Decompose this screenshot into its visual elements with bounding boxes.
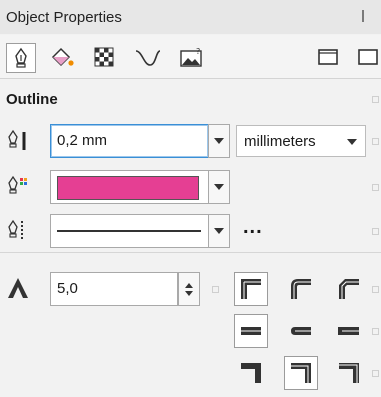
panel-pin-icon[interactable] (362, 10, 374, 22)
miter-limit-value: 5,0 (57, 280, 78, 297)
tab-curve[interactable] (134, 43, 162, 71)
miter-limit-spinner[interactable] (178, 272, 200, 306)
corner-round-icon (291, 279, 311, 299)
row-grip (372, 328, 379, 335)
pen-outline-icon (15, 47, 27, 68)
cap-butt-button[interactable] (234, 314, 268, 348)
color-swatch (57, 176, 199, 200)
tab-transparency[interactable] (90, 43, 118, 71)
outline-width-value: 0,2 mm (57, 132, 108, 149)
units-value: millimeters (244, 132, 316, 150)
more-line-styles-button[interactable]: ... (243, 216, 263, 239)
outline-color-dropdown[interactable] (208, 170, 230, 204)
image-properties-icon: ? (180, 47, 202, 67)
miter-limit-input[interactable]: 5,0 (50, 272, 178, 306)
outline-width-dropdown[interactable] (208, 124, 230, 158)
position-center-button[interactable] (284, 356, 318, 390)
position-outside-button[interactable] (234, 356, 268, 390)
tab-image[interactable]: ? (178, 43, 206, 71)
row-grip (372, 184, 379, 191)
panel-title-bar: Object Properties (0, 0, 381, 34)
section-title-outline: Outline (6, 91, 58, 108)
line-style-dropdown[interactable] (208, 214, 230, 248)
corner-bevel-button[interactable] (332, 272, 366, 306)
line-style-preview (57, 230, 201, 232)
fill-bucket-icon (51, 47, 74, 67)
frame-button[interactable] (314, 43, 342, 71)
position-center-icon (291, 363, 311, 383)
spin-down-icon (185, 290, 193, 296)
chevron-down-icon (214, 138, 224, 144)
corner-bevel-icon (339, 279, 359, 299)
position-inside-icon (339, 363, 359, 383)
panel-title: Object Properties (6, 9, 122, 26)
corner-miter-icon (241, 279, 261, 299)
frame-button-2[interactable] (354, 43, 381, 71)
tab-outline[interactable] (6, 43, 36, 73)
line-style-icon (8, 219, 23, 239)
row-grip (372, 228, 379, 235)
units-select[interactable]: millimeters (236, 125, 366, 157)
tab-fill[interactable] (48, 43, 76, 71)
row-grip (212, 286, 219, 293)
cap-round-icon (291, 327, 311, 335)
chevron-down-icon (214, 228, 224, 234)
cap-square-icon (338, 327, 359, 335)
outline-color-icon (8, 175, 27, 194)
outline-width-icon (8, 129, 26, 150)
curve-icon (135, 50, 161, 66)
cap-round-button[interactable] (284, 314, 318, 348)
row-grip (372, 96, 379, 103)
chevron-down-icon (214, 184, 224, 190)
corner-round-button[interactable] (284, 272, 318, 306)
row-grip (372, 286, 379, 293)
chevron-down-icon (347, 139, 357, 145)
svg-text:?: ? (196, 47, 200, 56)
section-divider (0, 252, 381, 253)
outline-color-picker[interactable] (50, 170, 209, 204)
miter-limit-icon (8, 278, 28, 298)
cap-butt-icon (241, 327, 261, 335)
row-grip (372, 138, 379, 145)
frame-icon-2 (358, 49, 378, 65)
corner-miter-button[interactable] (234, 272, 268, 306)
cap-square-button[interactable] (332, 314, 366, 348)
properties-toolbar: ? (0, 35, 381, 79)
row-grip (372, 370, 379, 377)
spin-up-icon (185, 282, 193, 288)
line-style-picker[interactable] (50, 214, 209, 248)
transparency-checker-icon (94, 47, 114, 67)
frame-icon (318, 49, 338, 65)
position-outside-icon (241, 363, 261, 383)
outline-width-input[interactable]: 0,2 mm (50, 124, 209, 158)
position-inside-button[interactable] (332, 356, 366, 390)
